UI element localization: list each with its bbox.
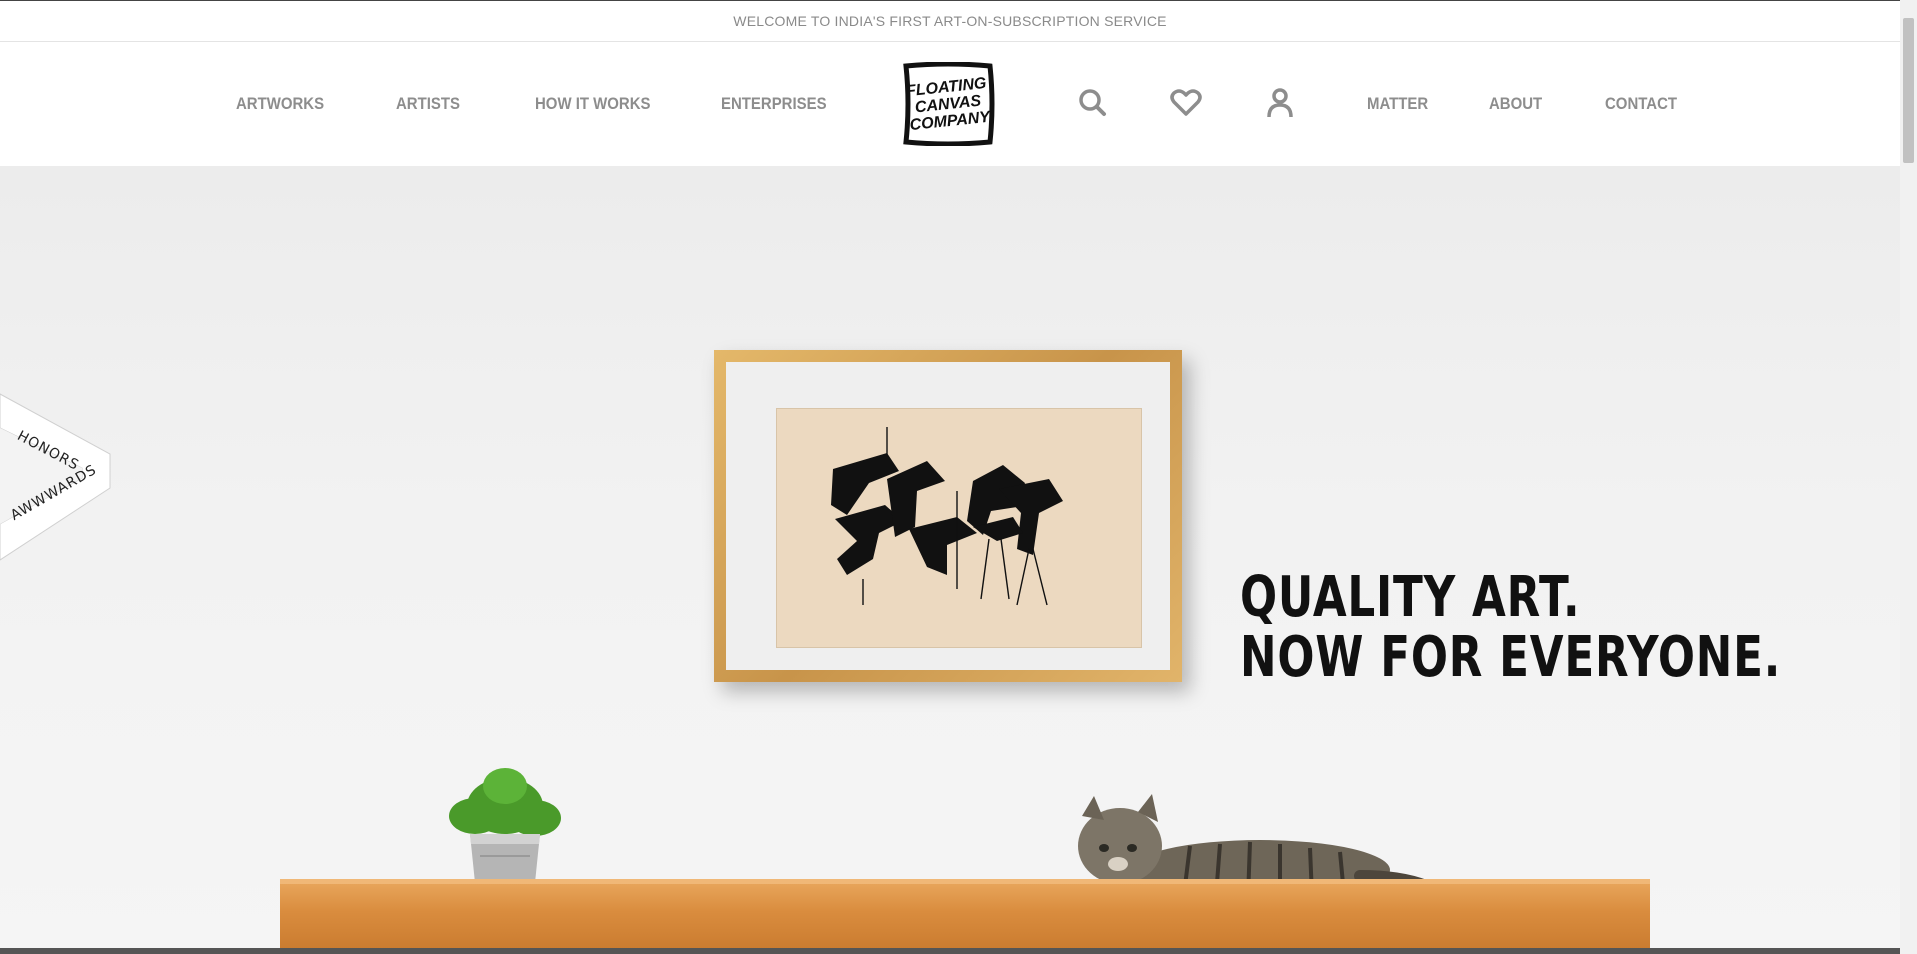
nav-enterprises[interactable]: ENTERPRISES [721, 42, 827, 166]
main-nav: ARTWORKS ARTISTS HOW IT WORKS ENTERPRISE… [0, 42, 1900, 166]
nav-matter[interactable]: MATTER [1367, 42, 1428, 166]
user-icon[interactable] [1263, 86, 1297, 120]
logo-text: FLOATING CANVAS COMPANY [894, 57, 1002, 151]
hero-section: QUALITY ART. NOW FOR EVERYONE. HONORS AW… [0, 166, 1900, 954]
brand-logo[interactable]: FLOATING CANVAS COMPANY [898, 61, 998, 147]
nav-contact[interactable]: CONTACT [1605, 42, 1677, 166]
announcement-bar: WELCOME TO INDIA'S FIRST ART-ON-SUBSCRIP… [0, 1, 1900, 42]
nav-about[interactable]: ABOUT [1489, 42, 1542, 166]
page-scrollbar[interactable] [1900, 0, 1917, 954]
abstract-figures-illustration [831, 427, 1063, 606]
artwork-mat [726, 362, 1170, 670]
bottom-edge [0, 948, 1900, 954]
nav-artists[interactable]: ARTISTS [396, 42, 460, 166]
framed-artwork [714, 350, 1182, 682]
headline-line-2: NOW FOR EVERYONE. [1240, 625, 1782, 690]
nav-how-it-works[interactable]: HOW IT WORKS [535, 42, 651, 166]
awwwards-honors-ribbon[interactable]: HONORS AWWWARDS [0, 388, 120, 568]
hero-headline: QUALITY ART. NOW FOR EVERYONE. [1240, 568, 1781, 688]
artwork-image [776, 408, 1142, 648]
ribbon-shape [0, 393, 111, 561]
wooden-shelf [280, 884, 1650, 954]
announcement-text: WELCOME TO INDIA'S FIRST ART-ON-SUBSCRIP… [733, 13, 1167, 29]
nav-artworks[interactable]: ARTWORKS [236, 42, 324, 166]
headline-line-1: QUALITY ART. [1240, 565, 1581, 630]
scrollbar-thumb[interactable] [1903, 18, 1914, 163]
heart-icon[interactable] [1169, 86, 1203, 120]
search-icon[interactable] [1076, 86, 1110, 120]
